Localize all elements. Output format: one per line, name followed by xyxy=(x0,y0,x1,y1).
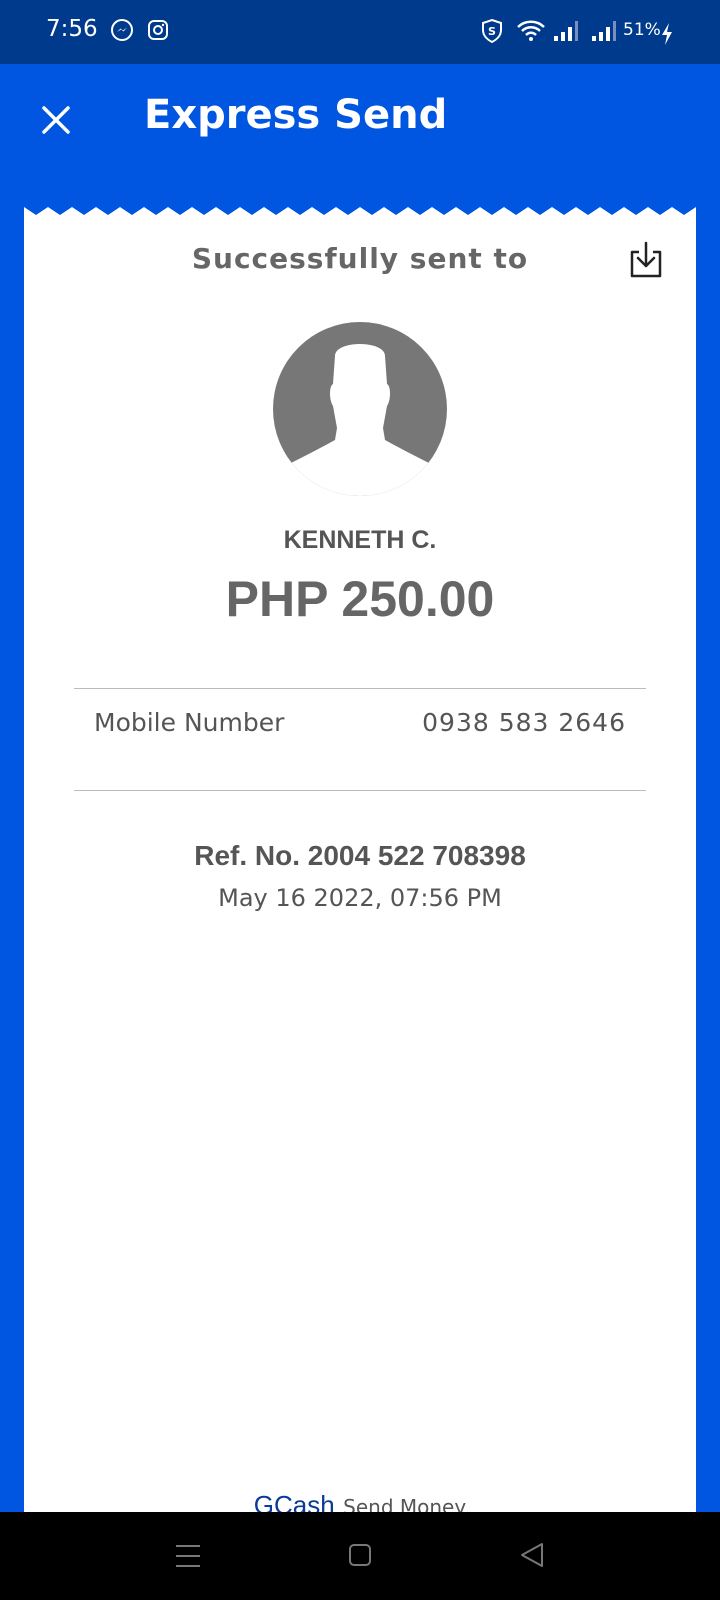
receipt-card: Successfully sent to KENNETH C. PHP 250.… xyxy=(24,218,696,1520)
recent-apps-button[interactable] xyxy=(168,1538,208,1574)
charging-icon xyxy=(662,23,672,45)
divider xyxy=(74,688,646,689)
amount-sent: PHP 250.00 xyxy=(225,571,495,627)
recipient-name: KENNETH C. xyxy=(283,526,437,554)
mobile-number-value: 0938 583 2646 xyxy=(422,708,626,737)
home-icon xyxy=(349,1544,371,1566)
status-time: 7:56 xyxy=(46,16,98,42)
signal-icon xyxy=(592,21,616,41)
transaction-datetime: May 16 2022, 07:56 PM xyxy=(218,884,502,912)
download-button[interactable] xyxy=(626,240,666,280)
mobile-number-label: Mobile Number xyxy=(94,708,285,737)
home-button[interactable] xyxy=(340,1538,380,1574)
back-button[interactable] xyxy=(512,1538,552,1574)
messenger-icon xyxy=(111,19,133,41)
back-icon xyxy=(521,1543,543,1567)
navigation-bar xyxy=(0,1512,720,1600)
status-bar: 7:56 S 51% xyxy=(0,0,720,64)
divider xyxy=(74,790,646,791)
page-title: Express Send xyxy=(144,92,448,138)
close-icon xyxy=(42,106,70,134)
battery-percentage: 51% xyxy=(623,20,661,40)
instagram-icon xyxy=(148,20,168,40)
download-icon xyxy=(630,241,662,278)
success-heading: Successfully sent to xyxy=(191,242,529,275)
signal-icon xyxy=(554,21,578,41)
menu-icon xyxy=(176,1545,200,1567)
wifi-icon xyxy=(517,20,545,41)
shield-icon: S xyxy=(482,18,502,44)
app-header: Express Send xyxy=(0,64,720,204)
svg-text:S: S xyxy=(488,25,496,38)
avatar xyxy=(273,322,447,496)
close-button[interactable] xyxy=(30,94,82,146)
reference-number: Ref. No. 2004 522 708398 xyxy=(194,840,526,871)
